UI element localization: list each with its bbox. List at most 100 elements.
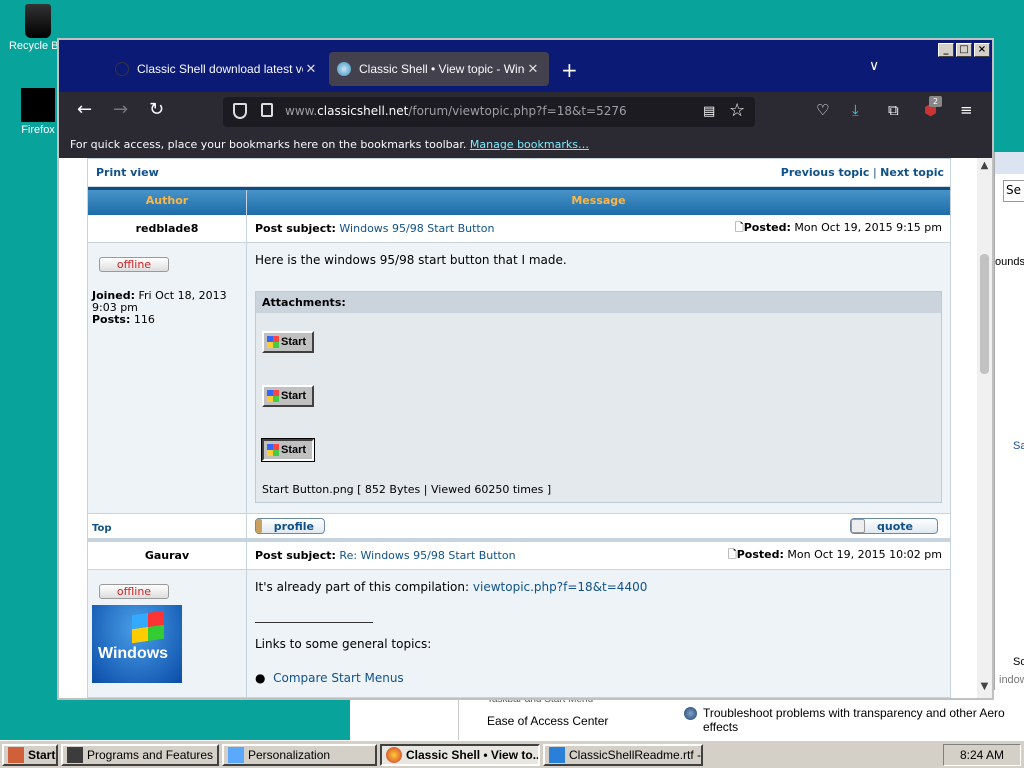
bookmarks-hint: For quick access, place your bookmarks h… (70, 138, 467, 151)
personalization-icon (228, 746, 244, 763)
url-text[interactable]: www.classicshell.net/forum/viewtopic.php… (285, 104, 627, 118)
post-body: offline Joined: Fri Oct 18, 2013 9:03 pm… (88, 243, 950, 514)
post-icon: 🗋 (727, 548, 737, 561)
close-tab-icon[interactable]: ✕ (303, 61, 319, 77)
list-item: ● Compare Start Menus (255, 671, 404, 685)
attachment-file-info: Start Button.png [ 852 Bytes | Viewed 60… (262, 483, 552, 496)
back-button[interactable]: ← (77, 100, 92, 120)
pocket-icon[interactable]: ♡ (816, 101, 829, 119)
troubleshoot-link[interactable]: Troubleshoot problems with transparency … (703, 706, 1024, 734)
extensions-icon[interactable]: ⧉ (888, 101, 899, 119)
post-actions: Top profile quote (88, 514, 950, 542)
maximize-button[interactable]: □ (956, 43, 972, 57)
post-subject-link[interactable]: Windows 95/98 Start Button (339, 222, 494, 235)
recycle-bin-icon (25, 4, 51, 38)
posted-label: Posted: (743, 221, 791, 234)
close-button[interactable]: × (974, 43, 990, 57)
taskbar-programs-features[interactable]: Programs and Features (61, 743, 219, 766)
firefox-label: Firefox (21, 124, 55, 136)
tab-strip: _ □ × Classic Shell download latest vers… (59, 40, 992, 92)
programs-icon (67, 746, 83, 763)
user-info: Joined: Fri Oct 18, 2013 9:03 pm Posts: … (92, 289, 227, 326)
posted-label: Posted: (736, 548, 784, 561)
navigation-toolbar: ← → ↻ www.classicshell.net/forum/viewtop… (59, 92, 992, 130)
message-column-header: Message (571, 194, 626, 207)
print-view-link[interactable]: Print view (96, 166, 159, 179)
quote-button[interactable]: quote (850, 518, 938, 534)
list-all-tabs-button[interactable]: ∨ (869, 58, 879, 74)
top-link[interactable]: Top (92, 523, 112, 534)
post-author: Gaurav (88, 542, 247, 569)
forward-button[interactable]: → (113, 100, 128, 120)
clock[interactable]: 8:24 AM (943, 744, 1021, 766)
window-header (995, 152, 1024, 174)
forum-topic: Print view Previous topic | Next topic A… (87, 158, 951, 698)
nav-separator: | (872, 166, 877, 179)
sounds-label: ounds (995, 256, 1024, 268)
tab-view-topic[interactable]: Classic Shell • View topic - Windows ✕ (329, 52, 549, 86)
post-date: Mon Oct 19, 2015 9:15 pm (794, 221, 942, 234)
reload-button[interactable]: ↻ (149, 100, 164, 120)
tab-favicon (115, 62, 129, 76)
scroll-thumb[interactable] (980, 254, 989, 374)
profile-button[interactable]: profile (255, 518, 325, 534)
tracking-protection-shield-icon[interactable] (233, 103, 247, 119)
status-badge: offline (99, 584, 169, 599)
manage-bookmarks-link[interactable]: Manage bookmarks… (470, 138, 589, 151)
avatar: Windows (92, 605, 182, 683)
quote-icon (851, 519, 865, 533)
taskbar-classic-shell-firefox[interactable]: Classic Shell • View to... (380, 743, 540, 766)
windows-logo-icon (267, 336, 279, 348)
firefox-window: _ □ × Classic Shell download latest vers… (57, 38, 994, 700)
taskbar-readme-rtf[interactable]: ClassicShellReadme.rtf - ... (543, 743, 703, 766)
lock-icon[interactable] (261, 103, 273, 117)
start-button-image-pressed[interactable]: Start (261, 438, 315, 462)
window-controls: _ □ × (938, 43, 990, 57)
taskbar-personalization[interactable]: Personalization (222, 743, 377, 766)
start-button-image[interactable]: Start (262, 331, 314, 353)
start-button-image-hover[interactable]: Start (262, 385, 314, 407)
ublock-badge: 2 (929, 96, 942, 107)
compilation-link[interactable]: viewtopic.php?f=18&t=4400 (473, 580, 647, 594)
bookmark-star-icon[interactable]: ☆ (729, 100, 745, 121)
scroll-up-icon[interactable]: ▲ (977, 160, 992, 175)
sa-link[interactable]: Sa (1013, 440, 1024, 452)
scroll-down-icon[interactable]: ▼ (977, 681, 992, 696)
start-icon (8, 746, 24, 763)
search-box[interactable]: Se (1003, 180, 1024, 202)
sc-label: Sc (1013, 656, 1024, 668)
previous-topic-link[interactable]: Previous topic (781, 166, 870, 179)
table-header: Author Message (88, 187, 950, 215)
subject-label: Post subject: (255, 222, 336, 235)
tab-classic-shell-download[interactable]: Classic Shell download latest version ✕ (107, 52, 327, 86)
close-tab-icon[interactable]: ✕ (525, 61, 541, 77)
troubleshoot-icon (684, 707, 697, 720)
menu-icon[interactable]: ≡ (960, 101, 973, 119)
post-date: Mon Oct 19, 2015 10:02 pm (787, 548, 942, 561)
compare-start-menus-link[interactable]: Compare Start Menus (273, 671, 404, 685)
url-bar[interactable]: www.classicshell.net/forum/viewtopic.php… (223, 97, 755, 127)
post-author: redblade8 (88, 215, 247, 242)
post-subject-link[interactable]: Re: Windows 95/98 Start Button (339, 549, 515, 562)
post-message: It's already part of this compilation: v… (255, 580, 648, 594)
subject-label: Post subject: (255, 549, 336, 562)
window-label: indow (999, 674, 1024, 686)
status-badge: offline (99, 257, 169, 272)
ease-of-access-link[interactable]: Ease of Access Center (487, 714, 608, 728)
next-topic-link[interactable]: Next topic (880, 166, 944, 179)
page-scrollbar[interactable]: ▲ ▼ (977, 158, 992, 698)
download-icon[interactable]: ⤓ (852, 101, 859, 119)
reader-view-icon[interactable]: ▤ (703, 104, 715, 119)
attachments-box: Attachments: Start Start Start Start But… (255, 291, 942, 503)
start-button[interactable]: Start (2, 743, 58, 766)
links-heading: Links to some general topics: (255, 637, 432, 651)
profile-icon (256, 519, 262, 533)
post-header: redblade8 Post subject: Windows 95/98 St… (88, 215, 950, 243)
post-body: offline Windows It's already part of thi… (88, 570, 950, 698)
author-column-header: Author (88, 190, 247, 215)
topic-nav: Print view Previous topic | Next topic (88, 159, 950, 187)
new-tab-button[interactable]: + (561, 58, 578, 82)
post-icon: 🗋 (734, 221, 744, 234)
minimize-button[interactable]: _ (938, 43, 954, 57)
attachments-heading: Attachments: (256, 292, 941, 313)
